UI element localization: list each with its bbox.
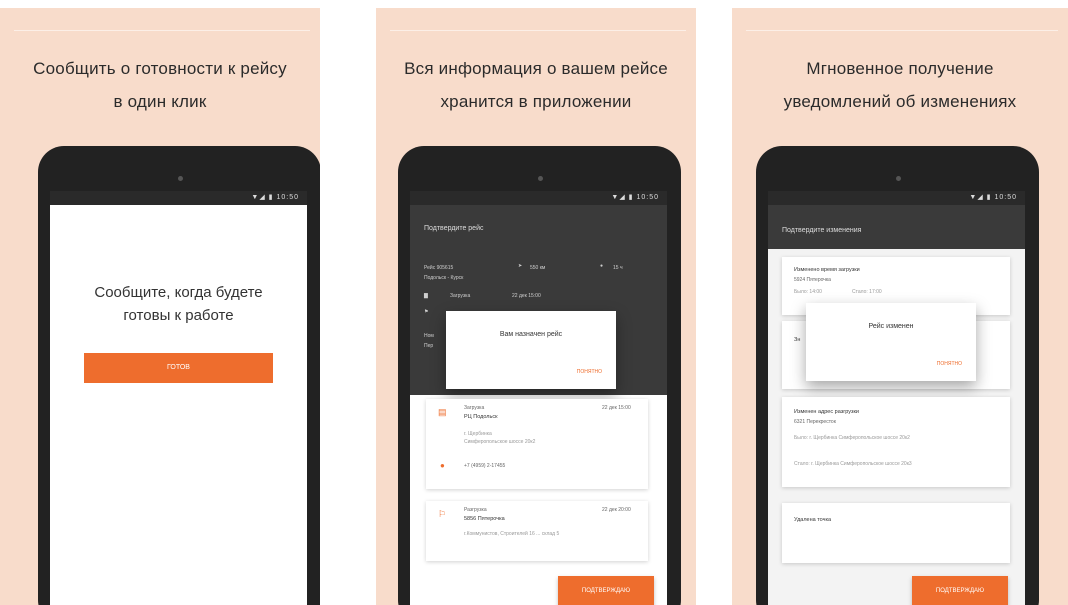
stop-address-1: г. Щербинка [464, 431, 492, 437]
panel-title: Вся информация о вашем рейсе хранится в … [376, 52, 696, 118]
extra-label-2: Пер [424, 343, 434, 349]
building-icon: ▤ [438, 407, 447, 417]
ready-message: Сообщите, когда будете готовы к работе [50, 281, 307, 327]
ready-message-line-2: готовы к работе [123, 307, 234, 324]
change-was: Было: г. Щербинка Симферопольское шоссе … [794, 435, 910, 441]
status-bar: ▼◢ ▮ 10:50 [50, 191, 307, 205]
title-line-2: уведомлений об изменениях [783, 92, 1017, 111]
device-screen: ▼◢ ▮ 10:50 Подтвердите изменения Изменен… [768, 191, 1025, 605]
stop-type: Разгрузка [464, 507, 487, 513]
camera-dot [537, 176, 543, 181]
header-title: Подтвердите рейс [424, 225, 484, 232]
title-line-2: хранится в приложении [440, 92, 632, 111]
dialog-ok-button[interactable]: Понятно [937, 361, 962, 367]
change-card-address: Изменен адрес разгрузки 6321 Перекресток… [782, 397, 1010, 487]
loading-date: 22 дек 15:00 [512, 293, 541, 299]
building-icon: ▇ [424, 293, 428, 299]
title-line-1: Вся информация о вашем рейсе [404, 59, 668, 78]
changed-dialog: Рейс изменен Понятно [806, 303, 976, 381]
panel-title: Сообщить о готовности к рейсу в один кли… [0, 52, 320, 118]
stop-address-2: Симферопольское шоссе 20к2 [464, 439, 536, 445]
status-icons: ▼◢ ▮ 10:50 [969, 194, 1017, 201]
change-title: Изменено время загрузки [794, 267, 860, 273]
header-title: Подтвердите изменения [782, 227, 862, 234]
tablet-device: ▼◢ ▮ 10:50 Подтвердите изменения Изменен… [756, 146, 1039, 605]
title-line-1: Сообщить о готовности к рейсу [33, 59, 287, 78]
distance-icon: ➤ [518, 263, 523, 269]
clock-icon: ● [600, 263, 604, 269]
camera-dot [895, 176, 901, 181]
flag-icon: ⚐ [438, 509, 447, 519]
change-place: 5924 Пятерочка [794, 277, 831, 283]
change-now: Стало: г. Щербинка Симферопольское шоссе… [794, 461, 912, 467]
screenshot-panel-3: Мгновенное получение уведомлений об изме… [732, 8, 1068, 605]
extra-label-1: Ном [424, 333, 434, 339]
route-name: Подольск - Курск [424, 275, 464, 281]
stop-place: 5856 Пятерочка [464, 516, 505, 522]
stop-card-unloading[interactable]: ⚐ Разгрузка 22 дек 20:00 5856 Пятерочка … [426, 501, 648, 561]
stop-phone[interactable]: +7 (4959) 2-17455 [464, 463, 505, 469]
change-title: Изменен адрес разгрузки [794, 409, 859, 415]
location-pin-icon: ● [440, 461, 445, 470]
change-title: Удалена точка [794, 517, 832, 523]
ready-button[interactable]: готов [84, 353, 273, 383]
device-screen: ▼◢ ▮ 10:50 Сообщите, когда будете готовы… [50, 191, 307, 605]
tablet-device: ▼◢ ▮ 10:50 Сообщите, когда будете готовы… [38, 146, 320, 605]
stop-date: 22 дек 20:00 [602, 507, 631, 513]
camera-dot [177, 176, 183, 181]
stop-date: 22 дек 15:00 [602, 405, 631, 411]
change-card-removed: Удалена точка [782, 503, 1010, 563]
title-line-2: в один клик [113, 92, 207, 111]
status-icons: ▼◢ ▮ 10:50 [611, 194, 659, 201]
dialog-title: Вам назначен рейс [499, 331, 563, 338]
tablet-device: ▼◢ ▮ 10:50 Подтвердите рейс Рейс 905615 … [398, 146, 681, 605]
stop-type: Загрузка [464, 405, 485, 411]
assigned-dialog: Вам назначен рейс Понятно [446, 311, 616, 389]
change-was: Было: 14:00 [794, 289, 822, 295]
panel-title: Мгновенное получение уведомлений об изме… [732, 52, 1068, 118]
dialog-ok-button[interactable]: Понятно [577, 369, 602, 375]
loading-label: Загрузка [450, 293, 471, 299]
title-line-1: Мгновенное получение [806, 59, 994, 78]
status-bar: ▼◢ ▮ 10:50 [410, 191, 667, 205]
hidden-title-fragment: Зн [794, 337, 801, 343]
changes-header: Подтвердите изменения [768, 205, 1025, 249]
confirm-button[interactable]: Подтверждаю [912, 576, 1008, 605]
flag-icon: ⚑ [424, 309, 429, 315]
stop-card-loading[interactable]: ▤ Загрузка 22 дек 15:00 РЦ Подольск г. Щ… [426, 399, 648, 489]
screenshot-panel-2: Вся информация о вашем рейсе хранится в … [376, 8, 696, 605]
stop-place: РЦ Подольск [464, 414, 498, 420]
distance: 550 км [530, 265, 546, 271]
stop-address: г.Коммунистов, Строителей 16 ... склад 5 [464, 531, 560, 537]
route-number: Рейс 905615 [424, 265, 454, 271]
confirm-button[interactable]: Подтверждаю [558, 576, 654, 605]
screenshot-panel-1: Сообщить о готовности к рейсу в один кли… [0, 8, 320, 605]
ready-message-line-1: Сообщите, когда будете [94, 284, 263, 301]
status-bar: ▼◢ ▮ 10:50 [768, 191, 1025, 205]
change-place: 6321 Перекресток [794, 419, 836, 425]
device-screen: ▼◢ ▮ 10:50 Подтвердите рейс Рейс 905615 … [410, 191, 667, 605]
change-now: Стало: 17:00 [852, 289, 882, 295]
status-icons: ▼◢ ▮ 10:50 [251, 194, 299, 201]
duration: 15 ч [613, 265, 623, 271]
dialog-title: Рейс изменен [868, 323, 914, 330]
